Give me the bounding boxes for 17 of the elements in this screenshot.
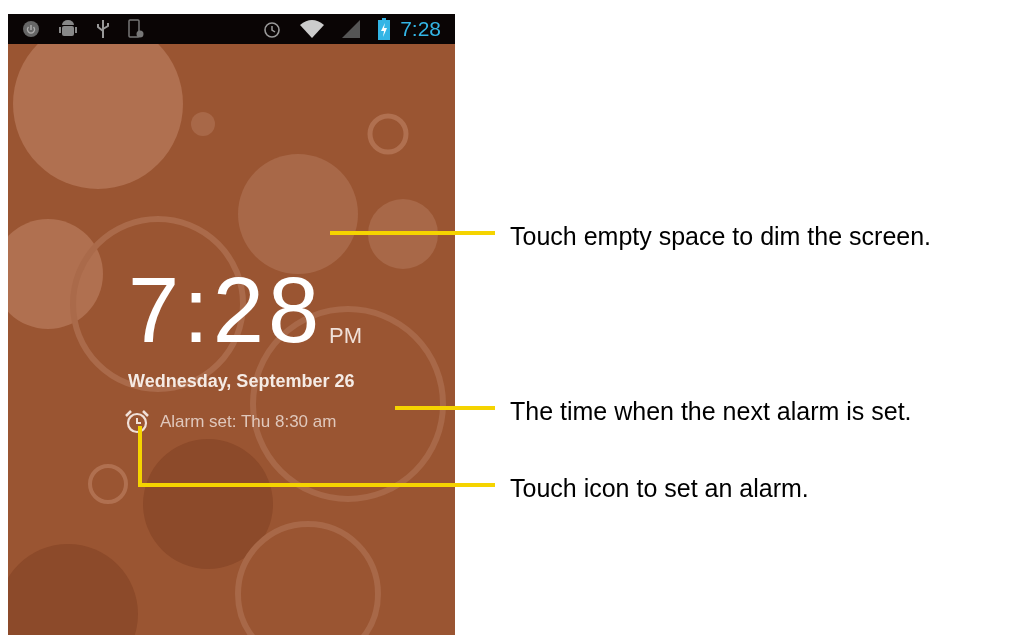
alarm-text: Alarm set: Thu 8:30 am <box>160 411 337 434</box>
clock-meridiem: PM <box>329 322 363 350</box>
power-icon <box>22 20 40 38</box>
status-time: 7:28 <box>400 16 441 43</box>
alarm-clock-icon <box>262 19 283 39</box>
battery-charging-icon <box>378 18 391 40</box>
signal-icon <box>342 20 361 38</box>
usb-icon <box>96 19 110 39</box>
callout-text: The time when the next alarm is set. <box>510 396 912 427</box>
alarm-clock-icon[interactable] <box>124 409 150 435</box>
clock-date: Wednesday, September 26 <box>128 370 355 393</box>
callout-text: Touch icon to set an alarm. <box>510 473 809 504</box>
phone-icon <box>128 19 144 39</box>
android-icon <box>58 19 78 39</box>
wifi-icon <box>300 20 325 38</box>
clock-time: 7:28 <box>128 264 324 356</box>
callout-text: Touch empty space to dim the screen. <box>510 221 932 252</box>
